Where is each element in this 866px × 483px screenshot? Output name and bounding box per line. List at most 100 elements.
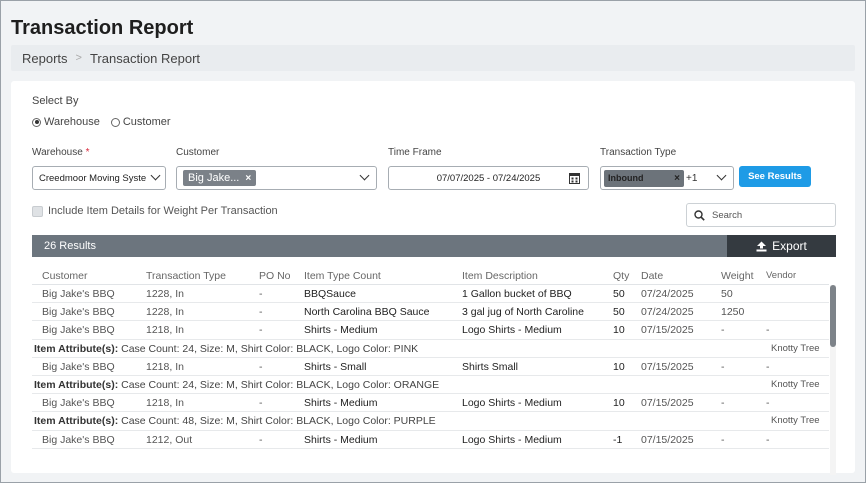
po-no-cell: - <box>259 397 263 410</box>
vendor-cell: - <box>766 433 770 446</box>
item-description-cell: 3 gal jug of North Caroline <box>462 306 584 319</box>
qty-cell: 10 <box>613 397 625 410</box>
transaction-type-more: +1 <box>686 172 698 184</box>
col-date[interactable]: Date <box>641 270 663 282</box>
item-type-cell: North Carolina BBQ Sauce <box>304 306 430 319</box>
col-transaction-type[interactable]: Transaction Type <box>146 270 226 282</box>
transaction-type-cell: 1218, In <box>146 324 184 337</box>
radio-warehouse-label: Warehouse <box>44 116 100 128</box>
po-no-cell: - <box>259 288 263 300</box>
customer-cell: Big Jake's BBQ <box>42 324 115 337</box>
item-attribute-row: Item Attribute(s): Case Count: 24, Size:… <box>32 376 829 395</box>
qty-cell: 50 <box>613 288 625 300</box>
transaction-type-cell: 1218, In <box>146 360 184 373</box>
date-cell: 07/15/2025 <box>641 433 694 446</box>
transaction-type-cell: 1212, Out <box>146 433 193 446</box>
po-no-cell: - <box>259 433 263 446</box>
weight-cell: - <box>721 397 725 410</box>
calendar-icon[interactable] <box>569 172 580 184</box>
item-attribute-text: Item Attribute(s): Case Count: 24, Size:… <box>34 378 440 391</box>
chevron-down-icon <box>716 170 727 181</box>
radio-unchecked-icon <box>110 117 120 127</box>
time-frame-label: Time Frame <box>388 147 442 158</box>
weight-cell: - <box>721 433 725 446</box>
table-row[interactable]: Big Jake's BBQ 1218, In - Shirts - Medium Lo… <box>32 321 829 340</box>
radio-customer[interactable]: Customer <box>110 116 171 128</box>
col-item-description[interactable]: Item Description <box>462 270 538 282</box>
item-type-cell: Shirts - Medium <box>304 324 378 337</box>
item-attribute-text: Item Attribute(s): Case Count: 48, Size:… <box>34 415 436 428</box>
table-row[interactable]: Big Jake's BBQ 1228, In - North Carolina BB… <box>32 303 829 322</box>
time-frame-value: 07/07/2025 - 07/24/2025 <box>436 172 541 184</box>
item-description-cell: Logo Shirts - Medium <box>462 397 562 410</box>
export-button[interactable]: Export <box>727 235 836 257</box>
breadcrumb: Reports > Transaction Report <box>11 45 855 71</box>
vendor-cell: - <box>766 360 770 373</box>
customer-cell: Big Jake's BBQ <box>42 306 115 319</box>
item-attribute-text: Item Attribute(s): Case Count: 24, Size:… <box>34 342 419 355</box>
customer-cell: Big Jake's BBQ <box>42 433 115 446</box>
customer-cell: Big Jake's BBQ <box>42 360 115 373</box>
table-row[interactable]: Big Jake's BBQ 1228, In - BBQSauce 1 Gallon … <box>32 285 829 304</box>
time-frame-input[interactable]: 07/07/2025 - 07/24/2025 <box>388 166 589 190</box>
col-weight[interactable]: Weight <box>721 270 754 282</box>
customer-cell: Big Jake's BBQ <box>42 397 115 410</box>
results-count: 26 Results <box>44 240 96 252</box>
col-vendor[interactable]: Vendor <box>766 270 796 281</box>
chevron-down-icon <box>150 170 161 181</box>
date-cell: 07/24/2025 <box>641 288 694 300</box>
radio-customer-label: Customer <box>122 116 171 128</box>
table-row[interactable]: Big Jake's BBQ 1212, Out - Shirts - Medium L… <box>32 431 829 449</box>
item-description-cell: Logo Shirts - Medium <box>462 324 562 337</box>
results-count-bar: 26 Results <box>32 235 836 257</box>
weight-cell: - <box>721 360 725 373</box>
po-no-cell: - <box>259 324 263 337</box>
weight-cell: 1250 <box>721 306 745 319</box>
vendor-cell: Knotty Tree <box>771 415 820 427</box>
transaction-type-select[interactable]: Inbound × +1 <box>600 166 734 190</box>
include-details-label: Include Item Details for Weight Per Tran… <box>48 205 278 217</box>
export-label: Export <box>772 239 807 253</box>
see-results-button[interactable]: See Results <box>739 166 811 187</box>
vendor-cell: Knotty Tree <box>771 378 820 390</box>
chevron-down-icon <box>359 170 370 181</box>
item-description-cell: 1 Gallon bucket of BBQ <box>462 288 572 300</box>
vendor-cell: - <box>766 397 770 410</box>
transaction-type-cell: 1228, In <box>146 288 184 300</box>
select-by-radio-group: Warehouse Customer <box>32 116 182 128</box>
breadcrumb-current: Transaction Report <box>89 50 201 66</box>
table-row[interactable]: Big Jake's BBQ 1218, In - Shirts - Small Shi… <box>32 358 829 376</box>
customer-cell: Big Jake's BBQ <box>42 288 115 300</box>
warehouse-value: Creedmoor Moving Syste <box>39 172 147 184</box>
col-item-type-count[interactable]: Item Type Count <box>304 270 381 282</box>
customer-select[interactable]: Big Jake... × <box>176 166 377 190</box>
radio-warehouse[interactable]: Warehouse <box>32 116 100 128</box>
col-qty[interactable]: Qty <box>613 270 629 282</box>
search-icon <box>694 209 705 221</box>
item-description-cell: Shirts Small <box>462 360 519 373</box>
qty-cell: 10 <box>613 324 625 337</box>
table-row[interactable]: Big Jake's BBQ 1218, In - Shirts - Medium Lo… <box>32 394 829 413</box>
col-po-no[interactable]: PO No <box>259 270 291 282</box>
item-attribute-row: Item Attribute(s): Case Count: 24, Size:… <box>32 340 829 358</box>
close-icon[interactable]: × <box>674 173 680 184</box>
breadcrumb-reports-link[interactable]: Reports <box>22 51 68 66</box>
include-details-checkbox[interactable]: Include Item Details for Weight Per Tran… <box>32 205 278 217</box>
warehouse-select[interactable]: Creedmoor Moving Syste <box>32 166 166 190</box>
transaction-table: Customer Transaction Type PO No Item Typ… <box>32 267 829 449</box>
qty-cell: 50 <box>613 306 625 319</box>
table-scrollbar-thumb[interactable] <box>830 285 836 347</box>
upload-icon <box>756 241 767 251</box>
close-icon[interactable]: × <box>245 173 251 184</box>
col-customer[interactable]: Customer <box>42 270 88 282</box>
date-cell: 07/15/2025 <box>641 360 694 373</box>
checkbox-icon <box>32 205 43 217</box>
po-no-cell: - <box>259 360 263 373</box>
date-cell: 07/15/2025 <box>641 324 694 337</box>
search-input[interactable]: Search <box>686 203 836 227</box>
customer-label: Customer <box>176 147 220 158</box>
table-header: Customer Transaction Type PO No Item Typ… <box>32 267 829 285</box>
qty-cell: -1 <box>613 433 623 446</box>
transaction-type-label: Transaction Type <box>600 147 677 158</box>
chevron-right-icon: > <box>75 52 82 64</box>
